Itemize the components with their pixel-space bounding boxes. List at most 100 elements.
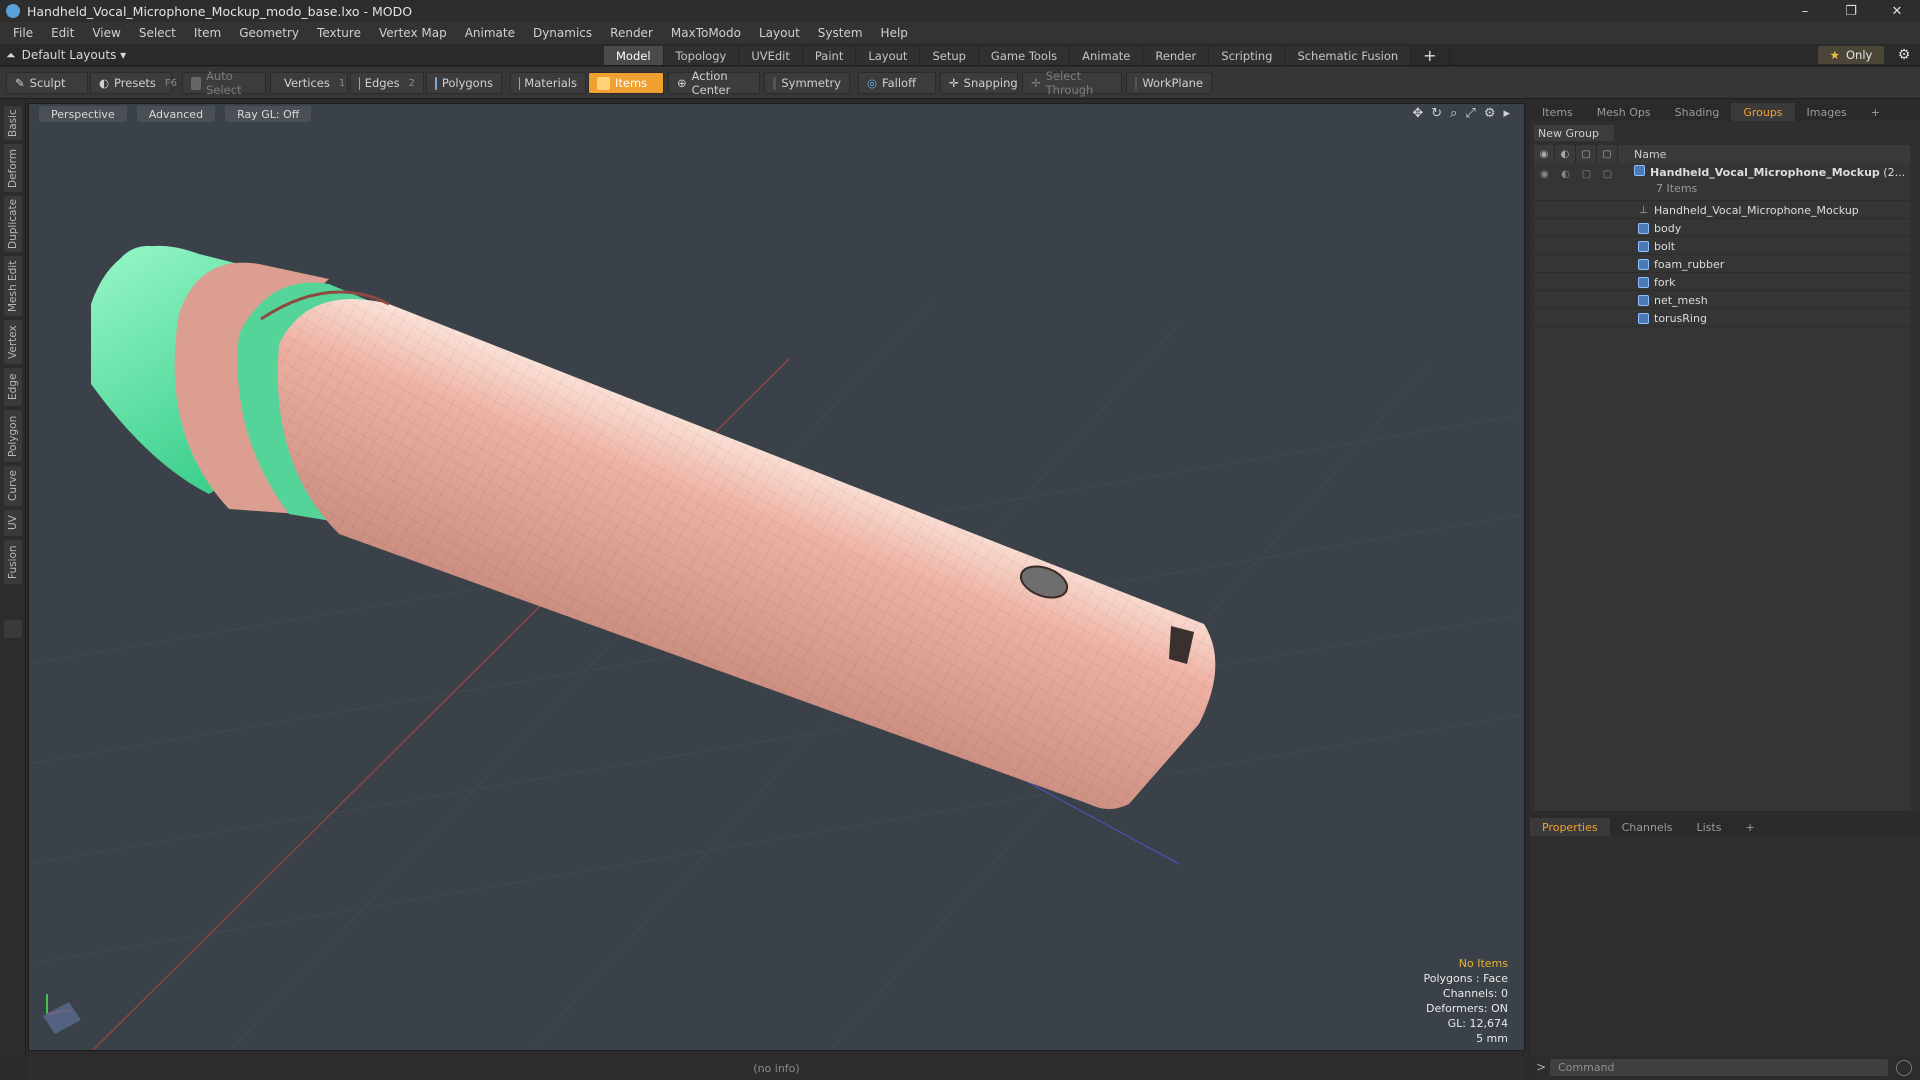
tab-topology[interactable]: Topology — [663, 46, 740, 65]
only-button[interactable]: ★ Only — [1818, 46, 1884, 64]
zoom-icon[interactable]: ⌕ — [1450, 106, 1457, 121]
item-row[interactable]: foam_rubber — [1534, 255, 1910, 273]
item-row[interactable]: ⊥ Handheld_Vocal_Microphone_Mockup — [1534, 201, 1910, 219]
command-history-icon[interactable] — [1896, 1060, 1912, 1076]
menu-render[interactable]: Render — [601, 26, 662, 40]
action-center-button[interactable]: ⊕ Action Center — [668, 69, 760, 97]
menu-system[interactable]: System — [809, 26, 872, 40]
tab-animate[interactable]: Animate — [1070, 46, 1144, 65]
group-row[interactable]: ◉ ◐ ▢ ▢ Handheld_Vocal_Microphone_Mockup (2… — [1534, 165, 1910, 201]
shading-mode-button[interactable]: Advanced — [136, 106, 216, 122]
raygl-button[interactable]: Ray GL: Off — [225, 106, 312, 122]
menu-item[interactable]: Item — [185, 26, 230, 40]
tab-lists[interactable]: Lists — [1685, 818, 1734, 836]
menu-select[interactable]: Select — [130, 26, 185, 40]
rotate-icon[interactable]: ↻ — [1431, 106, 1442, 121]
item-row[interactable]: net_mesh — [1534, 291, 1910, 309]
tab-groups[interactable]: Groups — [1731, 103, 1795, 121]
vtab-curve[interactable]: Curve — [4, 466, 22, 506]
auto-select-button[interactable]: Auto Select — [182, 69, 266, 97]
snapping-button[interactable]: ✛ Snapping — [940, 72, 1018, 94]
tab-setup[interactable]: Setup — [920, 46, 979, 65]
vtab-basic[interactable]: Basic — [4, 106, 22, 140]
menu-texture[interactable]: Texture — [308, 26, 370, 40]
menu-vertex-map[interactable]: Vertex Map — [370, 26, 456, 40]
vtab-deform[interactable]: Deform — [4, 144, 22, 192]
collapse-icon[interactable]: ⏶ — [6, 48, 16, 63]
falloff-button[interactable]: ◎ Falloff — [858, 72, 936, 94]
vertices-button[interactable]: Vertices 1 — [270, 72, 348, 94]
view-type-button[interactable]: Perspective — [39, 106, 127, 122]
eye-icon[interactable]: ◉ — [1534, 165, 1555, 183]
presets-button[interactable]: ◐ Presets F6 — [90, 72, 177, 94]
tab-scripting[interactable]: Scripting — [1209, 46, 1286, 65]
menu-animate[interactable]: Animate — [456, 26, 524, 40]
symmetry-button[interactable]: Symmetry — [764, 72, 850, 94]
tab-render[interactable]: Render — [1143, 46, 1210, 65]
vtab-duplicate[interactable]: Duplicate — [4, 196, 22, 252]
tab-schematic-fusion[interactable]: Schematic Fusion — [1285, 46, 1412, 65]
tab-shading[interactable]: Shading — [1663, 103, 1732, 121]
materials-button[interactable]: Materials — [510, 72, 586, 94]
tab-game-tools[interactable]: Game Tools — [978, 46, 1071, 65]
microphone-mesh[interactable] — [76, 223, 1216, 809]
tab-images[interactable]: Images — [1795, 103, 1859, 121]
tab-channels[interactable]: Channels — [1610, 818, 1685, 836]
tab-properties[interactable]: Properties — [1530, 818, 1610, 836]
polygons-button[interactable]: Polygons — [426, 72, 502, 94]
add-bottom-tab-button[interactable]: + — [1733, 818, 1766, 836]
viewport-expand-icon[interactable]: ▸ — [1503, 106, 1510, 121]
menu-layout[interactable]: Layout — [750, 26, 809, 40]
render-col-icon[interactable]: ◐ — [1555, 145, 1576, 163]
lock-col-icon[interactable]: ▢ — [1576, 145, 1597, 163]
menu-edit[interactable]: Edit — [42, 26, 83, 40]
command-input[interactable]: Command — [1550, 1059, 1888, 1076]
gear-icon[interactable]: ⚙ — [1894, 46, 1914, 64]
tab-items[interactable]: Items — [1530, 103, 1585, 121]
fit-icon[interactable]: ⤢ — [1465, 106, 1475, 121]
menu-file[interactable]: File — [4, 26, 42, 40]
select-through-button[interactable]: ✛ Select Through — [1022, 69, 1122, 97]
vtab-vertex[interactable]: Vertex — [4, 320, 22, 364]
menu-help[interactable]: Help — [872, 26, 917, 40]
maximize-button[interactable]: ❐ — [1828, 0, 1874, 22]
vtab-polygon[interactable]: Polygon — [4, 410, 22, 462]
sculpt-button[interactable]: ✎ Sculpt — [6, 72, 88, 94]
edges-button[interactable]: Edges 2 — [350, 72, 424, 94]
viewport-canvas[interactable] — [29, 104, 1525, 1051]
3d-viewport[interactable]: Perspective Advanced Ray GL: Off ✥ ↻ ⌕ ⤢… — [28, 103, 1525, 1051]
vtab-fusion[interactable]: Fusion — [4, 540, 22, 584]
close-button[interactable]: ✕ — [1874, 0, 1920, 22]
render-icon[interactable]: ◐ — [1555, 165, 1576, 183]
item-row[interactable]: torusRing — [1534, 309, 1910, 327]
items-button[interactable]: Items — [588, 72, 664, 94]
select-col-icon[interactable]: ▢ — [1597, 145, 1618, 163]
tab-uvedit[interactable]: UVEdit — [739, 46, 803, 65]
menu-geometry[interactable]: Geometry — [230, 26, 308, 40]
lock-icon[interactable]: ▢ — [1576, 165, 1597, 183]
vtab-uv[interactable]: UV — [4, 510, 22, 536]
viewport-settings-icon[interactable]: ⚙ — [1484, 106, 1496, 121]
vtab-extra-button[interactable] — [4, 620, 22, 638]
vtab-mesh-edit[interactable]: Mesh Edit — [4, 256, 22, 316]
layout-selector[interactable]: ⏶ Default Layouts ▾ — [6, 46, 126, 64]
visibility-col-icon[interactable]: ◉ — [1534, 145, 1555, 163]
item-row[interactable]: fork — [1534, 273, 1910, 291]
menu-view[interactable]: View — [83, 26, 129, 40]
select-icon[interactable]: ▢ — [1597, 165, 1618, 183]
minimize-button[interactable]: – — [1782, 0, 1828, 22]
tab-mesh-ops[interactable]: Mesh Ops — [1585, 103, 1663, 121]
menu-maxtomodo[interactable]: MaxToModo — [662, 26, 750, 40]
new-group-button[interactable]: New Group — [1534, 125, 1614, 141]
vtab-edge[interactable]: Edge — [4, 368, 22, 406]
add-panel-tab-button[interactable]: + — [1859, 103, 1892, 121]
workplane-button[interactable]: WorkPlane — [1126, 72, 1212, 94]
tab-paint[interactable]: Paint — [802, 46, 857, 65]
tab-layout[interactable]: Layout — [856, 46, 921, 65]
pan-icon[interactable]: ✥ — [1412, 106, 1423, 121]
add-tab-button[interactable]: + — [1411, 46, 1450, 65]
menu-dynamics[interactable]: Dynamics — [524, 26, 601, 40]
item-row[interactable]: bolt — [1534, 237, 1910, 255]
tab-model[interactable]: Model — [604, 46, 664, 65]
item-row[interactable]: body — [1534, 219, 1910, 237]
